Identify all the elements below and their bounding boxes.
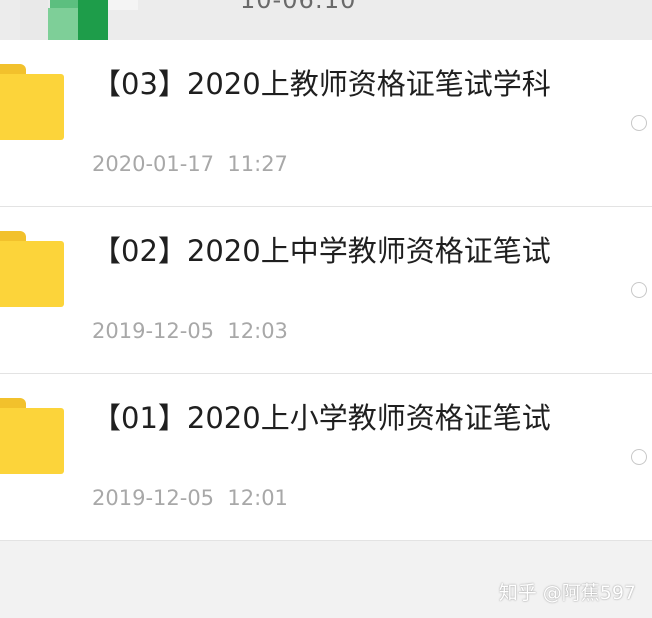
thumbnail-fragment (50, 0, 78, 8)
file-title: 【01】2020上小学教师资格证笔试 (92, 401, 551, 435)
select-radio-icon[interactable] (631, 282, 647, 298)
file-timestamp: 2020-01-17 11:27 (92, 152, 288, 176)
file-title: 【02】2020上中学教师资格证笔试 (92, 234, 551, 268)
file-title: 【03】2020上教师资格证笔试学科 (92, 67, 551, 101)
select-radio-icon[interactable] (631, 449, 647, 465)
file-timestamp: 2019-12-05 12:01 (92, 486, 288, 510)
top-cropped-header: 10-06:10 (0, 0, 652, 40)
watermark-text: 知乎 @阿蕉597 (498, 582, 636, 604)
thumbnail-fragment (78, 0, 108, 40)
file-list-screen: 10-06:10 【03】2020上教师资格证笔试学科 2020-01-17 1… (0, 0, 652, 618)
folder-icon (0, 231, 64, 309)
partial-timestamp: 10-06:10 (240, 0, 357, 14)
file-list: 【03】2020上教师资格证笔试学科 2020-01-17 11:27 【02】… (0, 40, 652, 541)
thumbnail-fragment (20, 0, 48, 40)
folder-icon (0, 64, 64, 142)
select-radio-icon[interactable] (631, 115, 647, 131)
file-timestamp: 2019-12-05 12:03 (92, 319, 288, 343)
thumbnail-fragment (48, 8, 78, 40)
file-row[interactable]: 【01】2020上小学教师资格证笔试 2019-12-05 12:01 (0, 374, 652, 541)
file-row[interactable]: 【02】2020上中学教师资格证笔试 2019-12-05 12:03 (0, 207, 652, 374)
thumbnail-fragment (108, 0, 138, 10)
file-row[interactable]: 【03】2020上教师资格证笔试学科 2020-01-17 11:27 (0, 40, 652, 207)
folder-icon (0, 398, 64, 476)
